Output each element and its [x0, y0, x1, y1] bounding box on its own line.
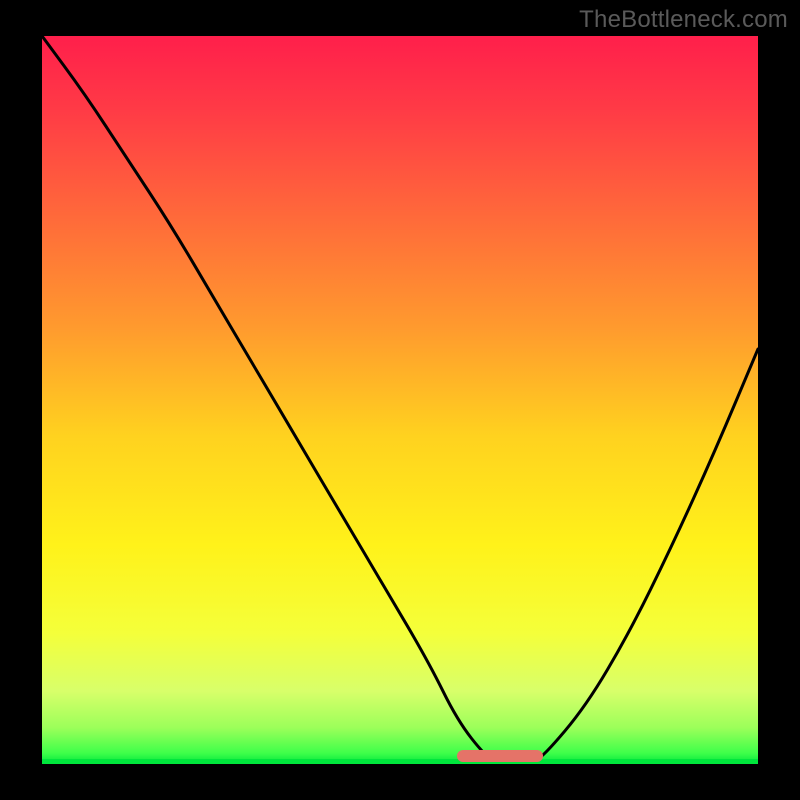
plot-area	[42, 36, 758, 764]
gradient-background	[42, 36, 758, 764]
optimal-baseline	[42, 759, 758, 764]
chart-frame: TheBottleneck.com	[0, 0, 800, 800]
optimal-range-marker	[457, 750, 543, 762]
bottleneck-chart	[42, 36, 758, 764]
attribution-text: TheBottleneck.com	[579, 6, 788, 34]
